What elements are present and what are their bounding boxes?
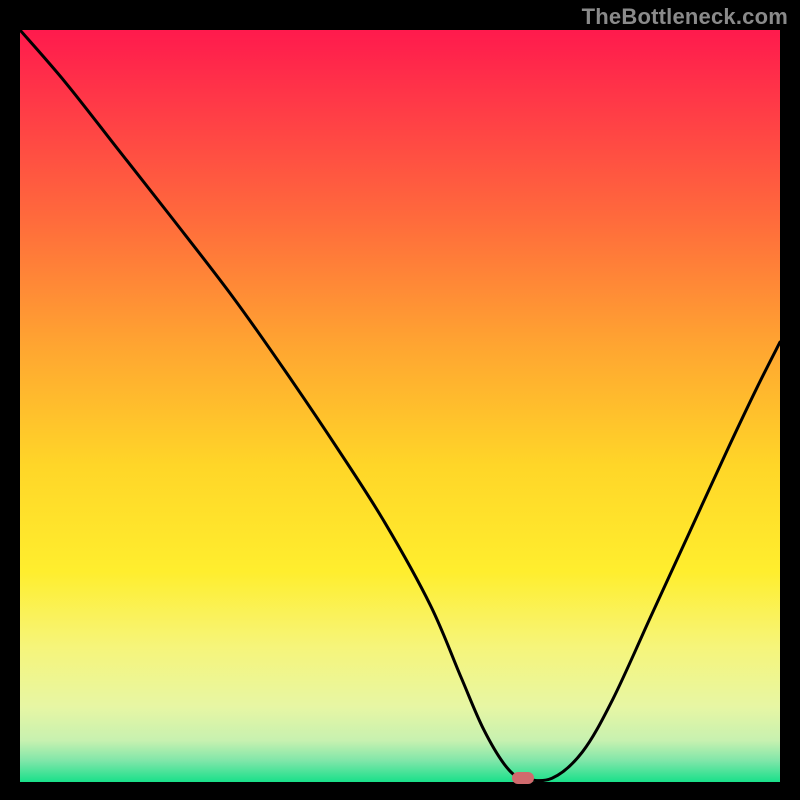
- watermark-text: TheBottleneck.com: [582, 4, 788, 30]
- plot-area: [20, 30, 780, 782]
- chart-frame: TheBottleneck.com: [0, 0, 800, 800]
- gradient-rect: [20, 30, 780, 782]
- plot-svg: [20, 30, 780, 782]
- optimal-marker: [512, 772, 534, 784]
